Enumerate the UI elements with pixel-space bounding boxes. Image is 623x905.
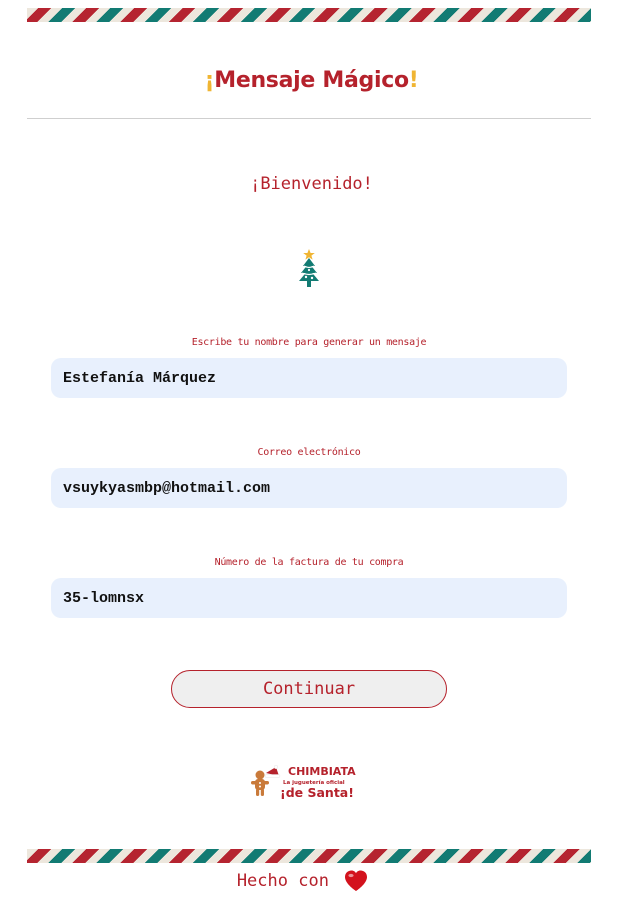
page-title: ¡Mensaje Mágico! xyxy=(0,68,623,93)
christmas-tree-icon xyxy=(299,249,319,287)
email-field-label: Correo electrónico xyxy=(257,447,361,458)
welcome-heading: ¡Bienvenido! xyxy=(250,174,373,194)
title-open-mark: ¡ xyxy=(204,68,215,93)
santa-hat-icon xyxy=(264,765,281,778)
name-field-label: Escribe tu nombre para generar un mensaj… xyxy=(191,337,427,348)
logo-brand-text: CHIMBIATA xyxy=(288,765,356,778)
top-stripe-border xyxy=(27,8,591,22)
title-text: Mensaje Mágico xyxy=(214,68,409,93)
continue-button[interactable]: Continuar xyxy=(171,670,447,708)
invoice-field-label: Número de la factura de tu compra xyxy=(214,557,404,568)
header-divider xyxy=(27,118,591,119)
footer-text: Hecho con xyxy=(236,871,329,891)
logo-santa-text: ¡de Santa! xyxy=(280,785,354,800)
footer: Hecho con xyxy=(0,869,606,893)
name-input[interactable] xyxy=(51,358,567,398)
email-input[interactable] xyxy=(51,468,567,508)
title-close-mark: ! xyxy=(408,68,419,93)
brand-logo: CHIMBIATA La juguetería oficial ¡de Sant… xyxy=(251,765,356,800)
bottom-stripe-border xyxy=(27,849,591,863)
invoice-input[interactable] xyxy=(51,578,567,618)
heart-icon xyxy=(345,870,368,891)
